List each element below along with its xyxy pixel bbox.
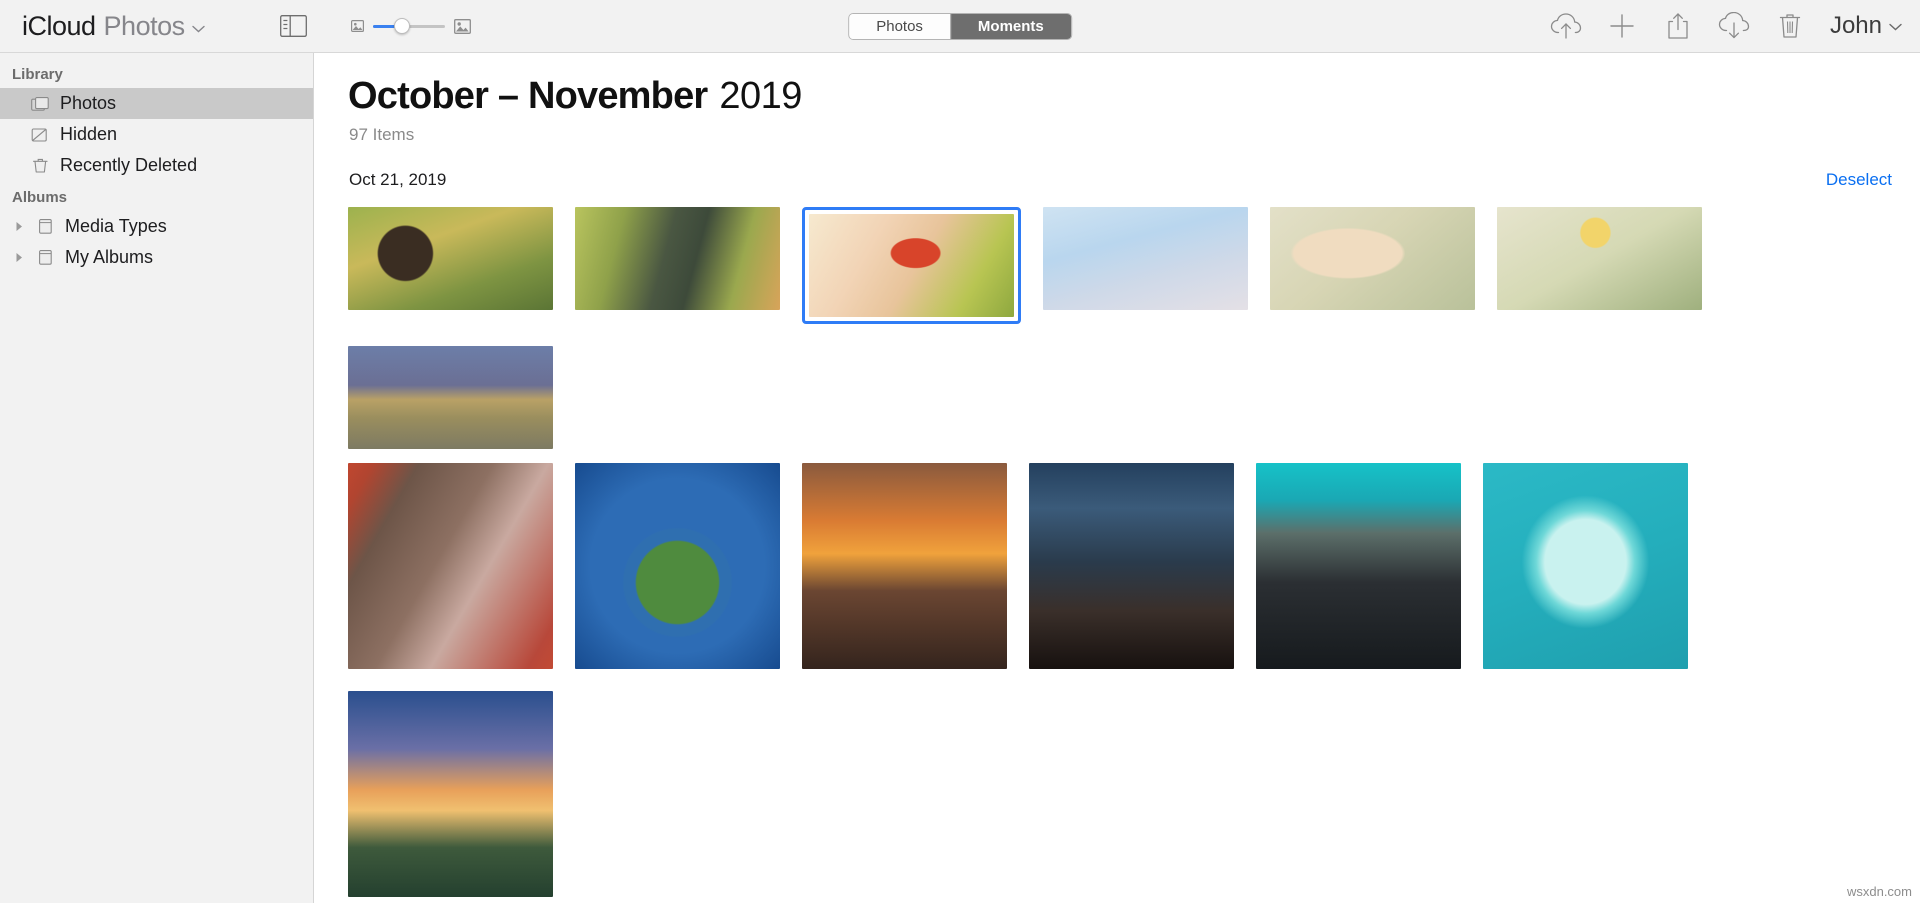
sidebar-item-recently-deleted[interactable]: Recently Deleted <box>0 150 313 181</box>
brand-photos-label: Photos <box>103 10 186 41</box>
photos-icon <box>30 96 51 112</box>
add-button[interactable] <box>1594 6 1650 46</box>
photo-image <box>809 214 1014 317</box>
section-date-label: Oct 21, 2019 <box>349 170 447 189</box>
thumbnail-size-slider[interactable] <box>372 17 445 35</box>
photo-thumbnail[interactable] <box>1043 207 1248 324</box>
page-title-range: October – November <box>348 75 708 117</box>
photo-thumbnail[interactable] <box>802 463 1007 669</box>
download-from-cloud-button[interactable] <box>1706 6 1762 46</box>
section-header: Oct 21, 2019 Deselect <box>334 167 1920 193</box>
thumbnail-small-icon <box>350 20 364 32</box>
photo-thumbnail[interactable] <box>348 346 553 449</box>
photo-image <box>348 207 553 310</box>
photo-thumbnail[interactable] <box>1029 463 1234 669</box>
sidebar-item-label: Hidden <box>60 124 118 144</box>
sidebar-item-label: Photos <box>60 93 117 113</box>
photo-image <box>1029 463 1234 669</box>
main-body: Library Photos Hidden Recently Deleted A… <box>0 53 1920 903</box>
sidebar-item-my-albums[interactable]: My Albums <box>0 242 313 273</box>
sidebar: Library Photos Hidden Recently Deleted A… <box>0 53 314 903</box>
disclosure-triangle-icon[interactable] <box>12 252 26 263</box>
photo-thumbnail[interactable] <box>575 463 780 669</box>
delete-button[interactable] <box>1762 6 1818 46</box>
sidebar-item-media-types[interactable]: Media Types <box>0 211 313 242</box>
sidebar-toggle-button[interactable] <box>277 13 311 40</box>
sidebar-item-label: My Albums <box>65 247 154 267</box>
photo-grid-row <box>334 449 1914 897</box>
brand-icloud-label: iCloud <box>22 10 96 41</box>
photo-image <box>1483 463 1688 669</box>
photo-image <box>802 463 1007 669</box>
thumbnail-size-control <box>350 17 471 35</box>
folder-icon <box>35 249 56 266</box>
toolbar-left-group <box>277 13 471 40</box>
sidebar-item-photos[interactable]: Photos <box>0 88 313 119</box>
tab-moments[interactable]: Moments <box>949 13 1071 39</box>
account-name-label: John <box>1829 12 1882 39</box>
page-title: October – November 2019 <box>348 75 1920 118</box>
sidebar-section-albums-header: Albums <box>12 189 68 206</box>
photo-image <box>575 207 780 310</box>
brand-menu[interactable]: iCloud Photos <box>22 11 205 42</box>
watermark-label: wsxdn.com <box>1846 884 1912 899</box>
disclosure-triangle-icon[interactable] <box>12 221 26 232</box>
photo-thumbnail[interactable] <box>1256 463 1461 669</box>
trash-icon <box>30 157 51 174</box>
share-button[interactable] <box>1650 6 1706 46</box>
photo-image <box>348 463 553 669</box>
sidebar-section-library-header: Library <box>12 66 63 83</box>
photo-thumbnail-selected[interactable] <box>802 207 1021 324</box>
photo-thumbnail[interactable] <box>1270 207 1475 324</box>
photo-thumbnail[interactable] <box>348 207 553 324</box>
toolbar: iCloud Photos Photos Moments John <box>0 0 1920 53</box>
icloud-photos-app: iCloud Photos Photos Moments John Librar… <box>0 0 1920 903</box>
upload-to-cloud-button[interactable] <box>1538 6 1594 46</box>
account-menu[interactable]: John <box>1830 12 1902 40</box>
photo-grid-row <box>334 897 1914 903</box>
photo-image <box>348 691 553 897</box>
item-count-label: 97 Items <box>349 125 415 144</box>
photo-image <box>1270 207 1475 310</box>
photo-thumbnail[interactable] <box>575 207 780 324</box>
photo-image <box>1256 463 1461 669</box>
chevron-down-icon <box>1889 23 1902 31</box>
photo-section-oct: Oct 21, 2019 Deselect <box>334 167 1920 903</box>
photo-image <box>575 463 780 669</box>
folder-icon <box>35 218 56 235</box>
sidebar-item-label: Media Types <box>65 216 167 236</box>
photo-image <box>348 346 553 449</box>
photo-image <box>1497 207 1702 310</box>
toolbar-actions: John <box>1538 6 1920 46</box>
photo-grid-row <box>334 193 1914 449</box>
photo-thumbnail[interactable] <box>348 463 553 669</box>
photo-image <box>1043 207 1248 310</box>
slider-knob[interactable] <box>394 18 411 34</box>
photo-library-content: October – November 2019 97 Items Oct 21,… <box>314 53 1920 903</box>
view-mode-segmented-control[interactable]: Photos Moments <box>848 12 1072 40</box>
sidebar-item-label: Recently Deleted <box>60 155 198 175</box>
thumbnail-large-icon <box>453 18 471 34</box>
tab-photos[interactable]: Photos <box>849 13 950 39</box>
hidden-icon <box>30 127 51 143</box>
photo-thumbnail[interactable] <box>1497 207 1702 324</box>
chevron-down-icon <box>191 25 205 33</box>
page-title-year: 2019 <box>719 75 802 117</box>
sidebar-item-hidden[interactable]: Hidden <box>0 119 313 150</box>
deselect-link[interactable]: Deselect <box>1826 170 1892 190</box>
photo-thumbnail[interactable] <box>348 691 553 897</box>
photo-thumbnail[interactable] <box>1483 463 1688 669</box>
